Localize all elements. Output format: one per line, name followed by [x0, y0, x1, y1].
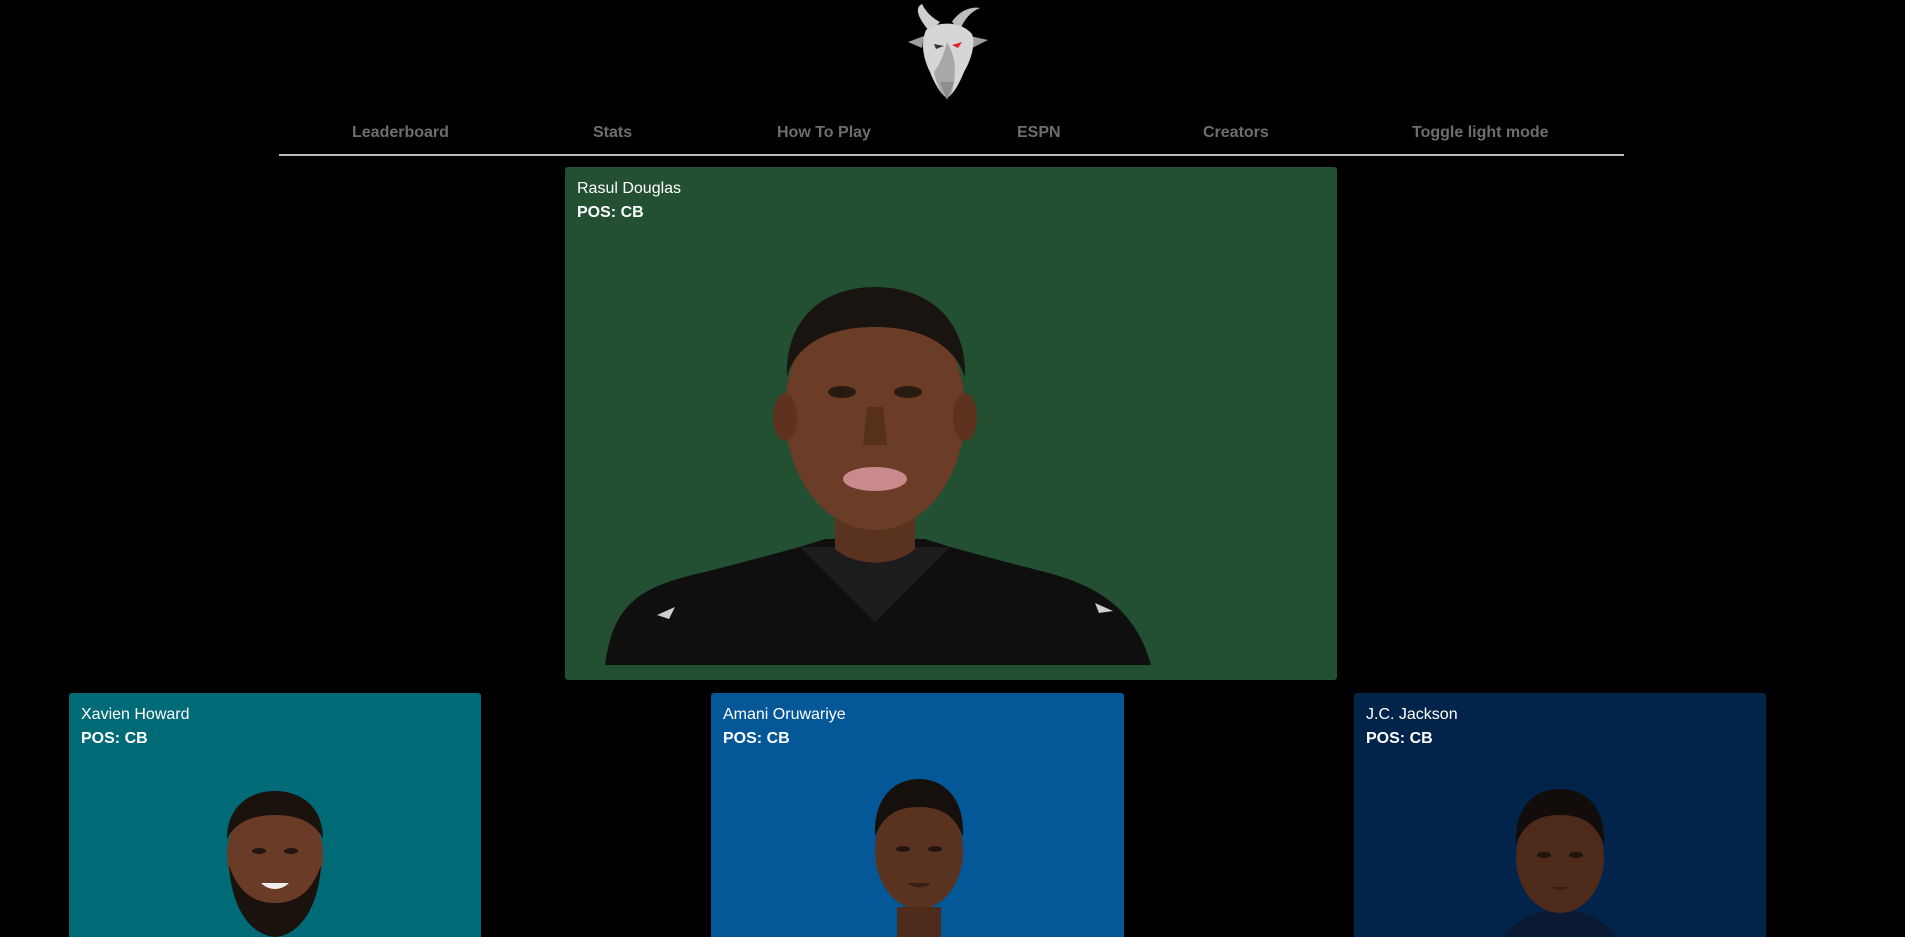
- player-headshot-image: [227, 791, 323, 937]
- nav-stats-link[interactable]: Stats: [593, 124, 632, 142]
- player-card[interactable]: J.C. Jackson POS: CB: [1354, 693, 1766, 937]
- player-name: Amani Oruwariye: [723, 706, 846, 723]
- player-name: Xavien Howard: [81, 706, 190, 723]
- player-headshot-image: [605, 287, 1151, 665]
- goat-logo-icon[interactable]: [900, 2, 994, 100]
- nav-creators-link[interactable]: Creators: [1203, 124, 1269, 142]
- player-card[interactable]: Amani Oruwariye POS: CB: [711, 693, 1124, 937]
- player-position: POS: CB: [723, 730, 790, 747]
- player-position: POS: CB: [1366, 730, 1433, 747]
- main-nav: Leaderboard Stats How To Play ESPN Creat…: [279, 118, 1624, 156]
- page: Leaderboard Stats How To Play ESPN Creat…: [0, 0, 1905, 937]
- player-position: POS: CB: [81, 730, 148, 747]
- player-name: Rasul Douglas: [577, 180, 682, 197]
- nav-toggle-light-mode-button[interactable]: Toggle light mode: [1412, 124, 1549, 142]
- nav-espn-link[interactable]: ESPN: [1017, 124, 1061, 142]
- nav-leaderboard-link[interactable]: Leaderboard: [352, 124, 449, 142]
- featured-player-card[interactable]: Rasul Douglas POS: CB: [565, 167, 1337, 680]
- player-name: J.C. Jackson: [1366, 706, 1458, 723]
- player-headshot-image: [874, 779, 964, 937]
- player-position: POS: CB: [577, 204, 644, 221]
- nav-how-to-play-link[interactable]: How To Play: [777, 124, 871, 142]
- player-headshot-image: [1504, 789, 1616, 937]
- player-card[interactable]: Xavien Howard POS: CB: [69, 693, 481, 937]
